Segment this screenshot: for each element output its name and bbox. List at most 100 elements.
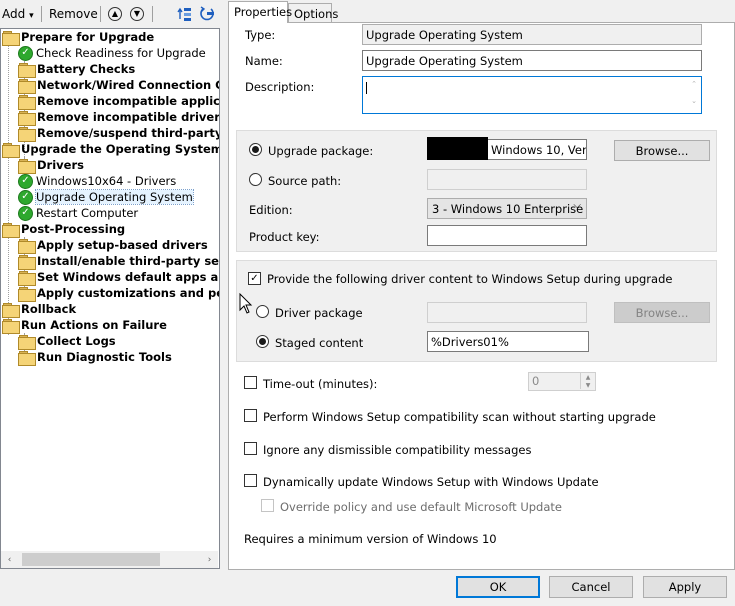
- toolbar-separator: [152, 6, 153, 22]
- edition-value: 3 - Windows 10 Enterprise: [432, 202, 584, 216]
- folder-icon: [18, 270, 36, 286]
- folder-icon: [2, 318, 20, 334]
- tab-options[interactable]: Options: [288, 3, 338, 23]
- tree-item[interactable]: Network/Wired Connection Che: [18, 77, 219, 94]
- tree-item[interactable]: Upgrade the Operating System: [2, 141, 219, 158]
- toolbar-separator: [100, 6, 101, 22]
- description-label: Description:: [245, 80, 315, 94]
- staged-content-label: Staged content: [275, 336, 364, 350]
- scroll-down-icon[interactable]: ⌄: [691, 97, 697, 105]
- product-key-field[interactable]: [427, 225, 587, 246]
- folder-icon: [18, 334, 36, 350]
- reorder-icon[interactable]: [177, 6, 193, 22]
- scroll-left-icon[interactable]: ‹: [1, 551, 18, 568]
- timeout-value: 0: [532, 374, 540, 388]
- add-label: Add: [2, 7, 26, 21]
- tree-item[interactable]: Drivers: [18, 157, 84, 174]
- name-label: Name:: [245, 54, 283, 68]
- toolbar-separator: [41, 6, 42, 22]
- tab-properties[interactable]: Properties: [228, 1, 292, 23]
- remove-button[interactable]: Remove: [49, 7, 98, 21]
- tree-item[interactable]: Set Windows default apps and a: [18, 269, 219, 286]
- tree-horizontal-scrollbar[interactable]: ‹ ›: [1, 551, 218, 568]
- tree-item-label: Collect Logs: [37, 334, 116, 348]
- tree-item-label: Restart Computer: [36, 206, 139, 220]
- chevron-down-icon: ⌵: [573, 200, 581, 211]
- browse-driver-button: Browse...: [614, 302, 710, 323]
- folder-icon: [2, 142, 20, 158]
- tree-item[interactable]: Battery Checks: [18, 61, 136, 78]
- driver-package-radio[interactable]: [256, 305, 269, 318]
- dynamic-update-checkbox[interactable]: [244, 474, 257, 487]
- add-menu-button[interactable]: Add ▾: [2, 7, 34, 21]
- description-field[interactable]: ⌃ ⌄: [362, 76, 702, 114]
- tree-connector: [8, 45, 9, 335]
- timeout-checkbox[interactable]: [244, 376, 257, 389]
- dropdown-arrow-icon: ▾: [29, 11, 34, 21]
- move-up-icon[interactable]: ▲: [108, 7, 122, 21]
- staged-content-radio[interactable]: [256, 335, 269, 348]
- ignore-messages-checkbox[interactable]: [244, 442, 257, 455]
- tree-item[interactable]: Remove incompatible applicatio: [18, 93, 220, 110]
- tree-item[interactable]: Prepare for Upgrade: [2, 29, 155, 46]
- tree-item[interactable]: Remove/suspend third-party sec: [18, 125, 219, 142]
- tree-item[interactable]: Collect Logs: [18, 333, 116, 350]
- tree-item[interactable]: Apply setup-based drivers: [18, 237, 208, 254]
- upgrade-package-label: Upgrade package:: [268, 144, 374, 158]
- tree-item[interactable]: Install/enable third-party securit: [18, 253, 219, 270]
- override-policy-label: Override policy and use default Microsof…: [280, 500, 562, 514]
- tree-item-label: Apply setup-based drivers: [37, 238, 208, 252]
- refresh-icon[interactable]: [199, 6, 215, 22]
- tree-item-label: Run Actions on Failure: [21, 318, 167, 332]
- apply-button[interactable]: Apply: [643, 576, 727, 598]
- requirement-note: Requires a minimum version of Windows 10: [244, 532, 497, 546]
- upgrade-package-radio[interactable]: [249, 143, 262, 156]
- tree-item-label: Install/enable third-party securit: [37, 254, 219, 268]
- tree-item[interactable]: ✓ Check Readiness for Upgrade: [18, 45, 206, 61]
- check-icon: ✓: [18, 189, 33, 205]
- scroll-right-icon[interactable]: ›: [201, 551, 218, 568]
- driver-package-field: [427, 302, 587, 323]
- folder-icon: [18, 238, 36, 254]
- source-path-radio[interactable]: [249, 173, 262, 186]
- folder-icon: [18, 286, 36, 302]
- tree-item[interactable]: Rollback: [2, 301, 76, 318]
- tree-item[interactable]: ✓ Restart Computer: [18, 205, 138, 221]
- folder-icon: [2, 30, 20, 46]
- spinner-down-icon: ▼: [580, 381, 595, 389]
- task-sequence-toolbar: Add ▾ Remove ▲ ▼: [0, 0, 222, 28]
- ok-button[interactable]: OK: [456, 576, 540, 598]
- tree-item[interactable]: Post-Processing: [2, 221, 125, 238]
- tree-item[interactable]: Remove incompatible drivers: [18, 109, 220, 126]
- folder-icon: [18, 110, 36, 126]
- scrollbar-thumb[interactable]: [22, 553, 160, 566]
- upgrade-package-value: Windows 10, Versior: [491, 143, 587, 157]
- tree-item-selected[interactable]: ✓ Upgrade Operating System: [18, 189, 194, 205]
- browse-package-button[interactable]: Browse...: [614, 140, 710, 161]
- tree-item-label: Remove incompatible applicatio: [37, 94, 220, 108]
- compat-scan-checkbox[interactable]: [244, 409, 257, 422]
- tree-item[interactable]: Apply customizations and perso: [18, 285, 219, 302]
- tree-item[interactable]: Run Diagnostic Tools: [18, 349, 172, 366]
- tree-item[interactable]: ✓ Windows10x64 - Drivers: [18, 173, 176, 189]
- name-field[interactable]: Upgrade Operating System: [362, 50, 702, 71]
- tree-item[interactable]: Run Actions on Failure: [2, 317, 167, 334]
- edition-dropdown[interactable]: 3 - Windows 10 Enterprise ⌵: [427, 198, 587, 219]
- task-sequence-tree[interactable]: Prepare for Upgrade ✓ Check Readiness fo…: [0, 28, 220, 569]
- folder-icon: [18, 94, 36, 110]
- check-icon: ✓: [18, 45, 33, 61]
- move-down-icon[interactable]: ▼: [130, 7, 144, 21]
- override-policy-checkbox: [261, 499, 274, 512]
- tree-item-label: Remove incompatible drivers: [37, 110, 220, 124]
- radio-selected-dot: [252, 146, 259, 153]
- provide-driver-checkbox[interactable]: ✓: [248, 272, 261, 285]
- spinner-up-icon: ▲: [580, 373, 595, 381]
- dynamic-update-label: Dynamically update Windows Setup with Wi…: [263, 475, 599, 489]
- staged-content-field[interactable]: %Drivers01%: [427, 331, 589, 352]
- tree-item-label: Battery Checks: [37, 62, 136, 76]
- cancel-button[interactable]: Cancel: [549, 576, 633, 598]
- tree-item-label: Check Readiness for Upgrade: [36, 46, 206, 60]
- tree-item-label: Prepare for Upgrade: [21, 30, 155, 44]
- scroll-up-icon[interactable]: ⌃: [691, 80, 697, 88]
- source-path-field: [427, 169, 587, 190]
